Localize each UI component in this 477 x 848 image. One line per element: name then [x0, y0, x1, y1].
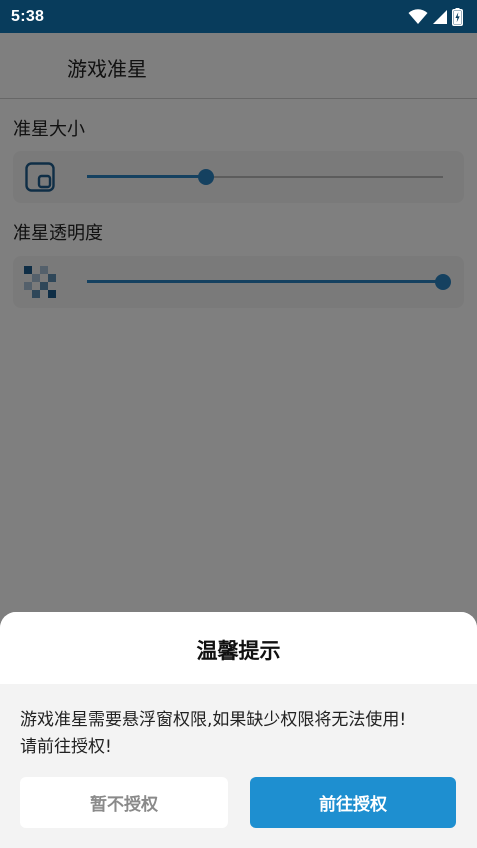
dialog-header: 温馨提示 [0, 612, 477, 684]
status-time: 5:38 [11, 7, 45, 25]
deny-button[interactable]: 暂不授权 [20, 777, 228, 828]
grant-button[interactable]: 前往授权 [250, 777, 456, 828]
dialog-message-line: 请前往授权! [20, 737, 112, 757]
dialog-title: 温馨提示 [196, 639, 281, 663]
wifi-icon [408, 8, 428, 25]
dialog-message-line: 游戏准星需要悬浮窗权限,如果缺少权限将无法使用! [20, 710, 407, 730]
screen: 5:38 游戏准星 准星大小 [0, 0, 477, 848]
battery-charging-icon [452, 7, 463, 26]
dialog-message: 游戏准星需要悬浮窗权限,如果缺少权限将无法使用! 请前往授权! [20, 707, 460, 761]
status-icons [408, 7, 463, 26]
status-bar: 5:38 [0, 0, 477, 33]
signal-icon [432, 9, 448, 25]
permission-dialog: 温馨提示 游戏准星需要悬浮窗权限,如果缺少权限将无法使用! 请前往授权! 暂不授… [0, 612, 477, 848]
